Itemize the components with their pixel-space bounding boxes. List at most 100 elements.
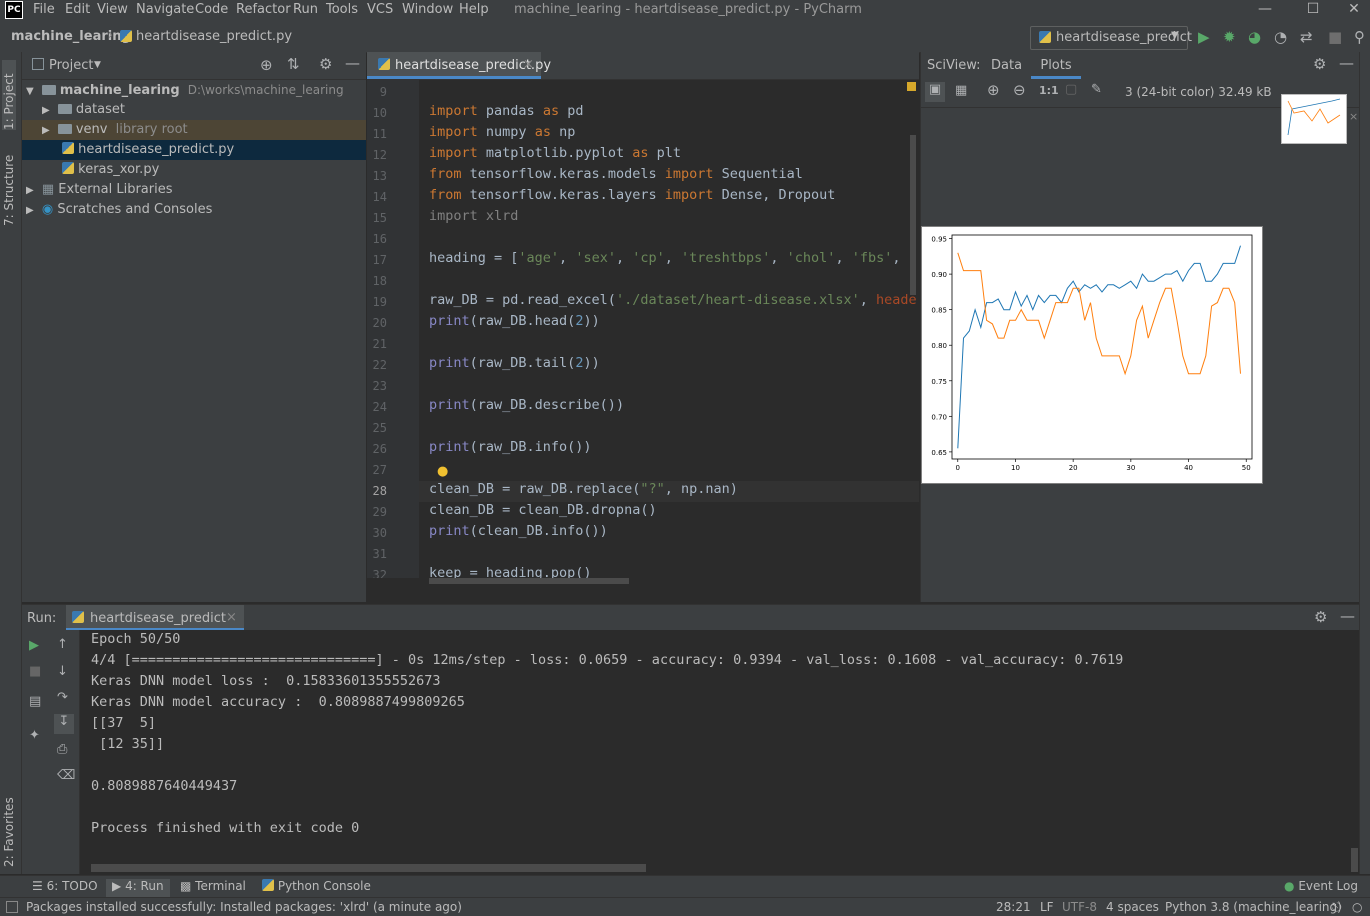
run-configuration-select[interactable]: heartdisease_predict ▼ [1030,26,1192,50]
menu-window[interactable]: Window [402,2,453,17]
menu-run[interactable]: Run [293,2,318,17]
layout-icon[interactable]: ▤ [29,694,41,709]
soft-wrap-icon[interactable]: ↷ [57,690,68,705]
tree-item-heartdisease-predict[interactable]: heartdisease_predict.py [22,140,366,160]
stop-icon[interactable]: ■ [29,664,41,679]
actual-size-button[interactable]: 1:1 [1039,84,1059,97]
maximize-icon[interactable]: ☐ [1293,0,1333,22]
indent-setting[interactable]: 4 spaces [1106,900,1159,914]
favorites-tool-tab[interactable]: 2: Favorites [2,787,16,867]
file-encoding[interactable]: UTF-8 [1062,900,1097,914]
editor-scrollbar[interactable] [910,135,916,295]
color-picker-icon[interactable]: ✎ [1091,82,1102,97]
debug-icon[interactable]: ✹ [1223,28,1236,46]
gear-icon[interactable]: ⚙ [1313,55,1326,73]
rerun-icon[interactable]: ▶ [29,638,39,653]
tree-item-keras-xor[interactable]: keras_xor.py [22,160,366,180]
menu-help[interactable]: Help [459,2,489,17]
up-arrow-icon[interactable]: ↑ [57,637,68,652]
code-line-22: print(raw_DB.tail(2)) [429,355,600,371]
run-tool-tab[interactable]: ▶ 4: Run [106,879,170,897]
close-tab-icon[interactable]: × [226,610,237,625]
sciview-tab-plots[interactable]: Plots [1031,52,1081,79]
tree-item-venv[interactable]: ▶ venv library root [22,120,366,140]
tree-root[interactable]: ▼ machine_learing D:\works\machine_leari… [22,80,366,100]
menu-tools[interactable]: Tools [326,2,358,17]
python-console-tool-tab[interactable]: Python Console [262,879,371,893]
horizontal-scrollbar[interactable] [91,864,646,872]
editor-tab-heartdisease-predict[interactable]: heartdisease_predict.py × [367,52,551,79]
structure-tool-tab[interactable]: 7: Structure [2,146,16,226]
close-window-icon[interactable]: ✕ [1338,0,1370,22]
pin-icon[interactable]: ✦ [29,728,40,743]
inspection-status-icon[interactable] [907,82,916,91]
sciview-tab-data[interactable]: Data [991,58,1022,73]
expand-arrow-icon[interactable]: ▶ [26,185,34,196]
project-tool-tab[interactable]: 1: Project [2,60,16,130]
tree-item-scratches[interactable]: ▶ ◉ Scratches and Consoles [22,200,366,220]
run-concurrency-icon[interactable]: ⇄ [1300,28,1313,46]
python-interpreter[interactable]: Python 3.8 (machine_learing) [1165,900,1342,914]
expand-arrow-icon[interactable]: ▼ [26,86,34,97]
toggle-tool-windows-icon[interactable] [6,901,18,913]
search-everywhere-icon[interactable]: ⚲ [1354,28,1365,46]
expand-arrow-icon[interactable]: ▶ [42,125,50,136]
run-label: 4: Run [125,879,164,893]
breadcrumb-file[interactable]: heartdisease_predict.py [136,29,292,44]
run-tab-heartdisease-predict[interactable]: heartdisease_predict × [66,605,244,631]
zoom-out-icon[interactable]: ⊖ [1013,81,1026,99]
tree-item-dataset[interactable]: ▶ dataset [22,100,366,120]
gear-icon[interactable]: ⚙ [319,55,332,73]
fit-to-window-icon[interactable]: ▣ [925,82,945,102]
plot-thumbnail[interactable] [1281,94,1347,144]
menu-view[interactable]: View [97,2,128,17]
hide-panel-icon[interactable]: — [1339,54,1354,72]
minimize-icon[interactable]: — [1245,0,1285,22]
stop-icon[interactable]: ■ [1328,28,1342,46]
status-message[interactable]: Packages installed successfully: Install… [26,900,462,914]
down-arrow-icon[interactable]: ↓ [57,664,68,679]
menu-navigate[interactable]: Navigate [136,2,194,17]
notifications-icon[interactable]: ○ [1352,900,1362,914]
tree-item-external-libraries[interactable]: ▶ ▦ External Libraries [22,180,366,200]
terminal-tool-tab[interactable]: ▩ Terminal [180,879,246,893]
scroll-to-end-icon[interactable]: ↧ [54,714,74,734]
print-icon[interactable]: ⎙ [57,742,67,757]
event-log-tool-tab[interactable]: ● Event Log [1284,879,1358,893]
close-tab-icon[interactable]: × [523,57,534,72]
hide-panel-icon[interactable]: — [345,54,360,72]
menu-code[interactable]: Code [195,2,228,17]
code-editor[interactable]: 9 10 11 12 13 14 15 16 17 18 19 20 21 22… [367,80,919,578]
caret-position[interactable]: 28:21 [996,900,1031,914]
menu-vcs[interactable]: VCS [367,2,393,17]
image-info: 3 (24-bit color) 32.49 kB [1125,85,1272,99]
collapse-all-icon[interactable]: ⇅ [287,55,300,73]
trash-icon[interactable]: ⌫ [57,768,75,783]
zoom-in-icon[interactable]: ⊕ [987,81,1000,99]
lock-icon[interactable]: ⎋ [1332,900,1342,915]
background-icon[interactable]: ▢ [1065,82,1077,97]
y-tick-label: 0.90 [931,271,947,279]
close-thumbnail-icon[interactable]: × [1349,110,1358,123]
run-console[interactable]: Epoch 50/50 4/4 [=======================… [80,630,1359,874]
project-view-title[interactable]: Project [49,58,93,73]
profile-icon[interactable]: ◔ [1274,28,1287,46]
lightbulb-icon[interactable]: ● [437,464,448,479]
menu-file[interactable]: File [33,2,55,17]
vertical-scrollbar[interactable] [1351,848,1358,872]
plot-image[interactable]: 0.65 0.70 0.75 0.80 0.85 0.90 0.95 0 10 20 30 40 50 [921,226,1263,484]
menu-refactor[interactable]: Refactor [236,2,291,17]
run-icon[interactable]: ▶ [1198,28,1210,46]
expand-arrow-icon[interactable]: ▶ [26,205,34,216]
hide-panel-icon[interactable]: — [1340,607,1355,625]
chevron-down-icon[interactable]: ▼ [94,60,101,70]
locate-file-icon[interactable]: ⊕ [260,56,273,74]
expand-arrow-icon[interactable]: ▶ [42,105,50,116]
todo-tool-tab[interactable]: ☰ 6: TODO [32,879,98,893]
menu-edit[interactable]: Edit [65,2,90,17]
grid-icon[interactable]: ▦ [955,83,967,98]
horizontal-scrollbar[interactable] [429,578,629,584]
gear-icon[interactable]: ⚙ [1314,608,1327,626]
coverage-icon[interactable]: ◕ [1248,28,1261,46]
line-separator[interactable]: LF [1040,900,1054,914]
